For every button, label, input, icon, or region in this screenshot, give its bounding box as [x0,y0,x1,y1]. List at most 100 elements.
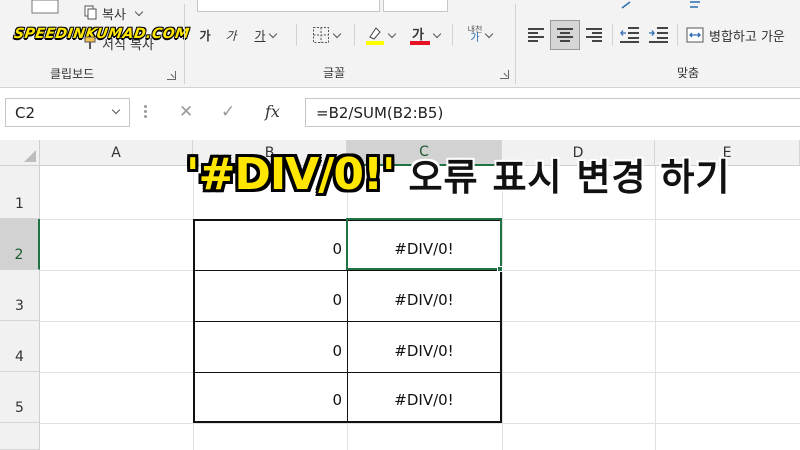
underline-button[interactable]: 가 [247,24,283,46]
highlight-button[interactable] [360,22,400,48]
ribbon: 복사 SPEEDINKUMAD.COM 서식 복사 클립보드 가 가 가 가 내… [0,0,800,88]
phonetic-bottom-label: 가 [470,33,480,44]
formula-controls: ✕ ✓ fx [163,98,303,127]
cancel-icon[interactable]: ✕ [179,102,193,122]
font-size-box[interactable] [383,0,448,12]
separator [452,24,453,46]
row-header-1[interactable]: 1 [0,166,40,219]
cell-value: #DIV/0! [394,391,454,409]
fx-icon[interactable]: fx [265,102,280,121]
font-name-box[interactable] [197,0,380,12]
underline-label: 가 [254,28,266,43]
paste-button[interactable] [26,0,66,16]
column-label: A [111,144,121,161]
phonetic-button[interactable]: 내천 가 [458,21,502,49]
row-header-2[interactable]: 2 [0,219,40,270]
chevron-down-icon [134,7,144,16]
font-color-button[interactable]: 가 [404,22,446,48]
decrease-indent-icon[interactable] [620,26,640,44]
row-header-3[interactable]: 3 [0,270,40,321]
drag-handle-icon[interactable] [144,105,147,119]
banner-main-text: '#DIV/0!' [186,148,396,200]
cell-value: 0 [332,391,342,409]
cell-value: #DIV/0! [394,291,454,309]
separator [612,24,613,46]
orientation-icon[interactable] [620,0,634,10]
merge-center-button[interactable]: 병합하고 가운 [686,24,800,46]
bold-label: 가 [199,28,211,43]
wrap-text-icon[interactable] [688,0,702,10]
formula-bar: C2 ✕ ✓ fx =B2/SUM(B2:B5) [0,96,800,134]
merge-center-label: 병합하고 가운 [709,29,785,45]
gridline [502,166,503,450]
active-cell-border [346,218,502,270]
cell-value: 0 [332,342,342,360]
align-right-icon[interactable] [586,28,602,42]
increase-indent-icon[interactable] [649,26,669,44]
cell-b2[interactable]: 0 [195,221,347,270]
gridline [40,423,800,424]
cell-value: #DIV/0! [394,342,454,360]
select-all-corner[interactable] [0,140,40,166]
row-label: 4 [15,349,24,365]
name-box[interactable]: C2 [5,98,130,127]
border-button[interactable] [304,24,348,46]
separator [296,24,297,46]
row-header-6[interactable] [0,423,40,450]
chevron-down-icon [268,29,277,38]
italic-button[interactable]: 가 [221,24,241,46]
italic-label: 가 [225,28,237,43]
chevron-down-icon[interactable] [111,105,121,115]
cell-b5[interactable]: 0 [195,373,347,421]
enter-icon[interactable]: ✓ [221,102,235,122]
copy-button[interactable]: 복사 [84,3,154,23]
cell-c5[interactable]: #DIV/0! [348,373,500,421]
formula-text: =B2/SUM(B2:B5) [316,104,444,122]
fill-handle[interactable] [497,266,503,272]
align-left-icon[interactable] [528,28,544,42]
row-label: 5 [15,400,24,416]
format-painter-icon [84,36,96,49]
highlight-icon [366,27,384,45]
copy-icon [84,5,97,20]
row-label: 3 [15,298,24,314]
gridline [655,166,656,450]
row-label: 2 [14,247,24,263]
chevron-down-icon [485,29,494,38]
alignment-group-label: 맞춤 [677,66,700,80]
merge-center-icon [686,27,704,43]
font-launcher-icon[interactable] [500,70,509,79]
format-painter-button[interactable]: 서식 복사 [84,33,174,53]
separator [354,24,355,46]
row-header-4[interactable]: 4 [0,321,40,372]
group-divider [184,4,185,84]
border-icon [313,27,329,43]
name-box-value: C2 [15,104,36,122]
font-group-label: 글꼴 [323,66,346,80]
cell-c4[interactable]: #DIV/0! [348,322,500,372]
bold-button[interactable]: 가 [195,24,215,46]
chevron-down-icon [387,29,397,38]
clipboard-launcher-icon[interactable] [167,71,176,80]
paste-icon [31,0,59,14]
cell-b3[interactable]: 0 [195,271,347,321]
chevron-down-icon [332,29,342,38]
formula-input[interactable]: =B2/SUM(B2:B5) [305,98,800,127]
cell-c3[interactable]: #DIV/0! [348,271,500,321]
clipboard-group-label: 클립보드 [50,67,95,81]
row-header-5[interactable]: 5 [0,372,40,423]
copy-label: 복사 [102,7,126,23]
align-center-icon[interactable] [557,28,573,42]
cell-b4[interactable]: 0 [195,322,347,372]
format-painter-label: 서식 복사 [102,37,154,53]
separator [677,24,678,46]
phonetic-icon: 내천 가 [468,26,483,44]
cell-value: 0 [332,240,342,258]
clipboard-group: 복사 SPEEDINKUMAD.COM 서식 복사 클립보드 [0,0,191,88]
cell-value: 0 [332,291,342,309]
column-header-a[interactable]: A [40,140,193,166]
font-color-icon: 가 [410,24,430,46]
banner-sub-text: 오류 표시 변경 하기 [408,156,731,199]
group-divider [515,4,516,84]
row-label: 1 [15,196,24,212]
